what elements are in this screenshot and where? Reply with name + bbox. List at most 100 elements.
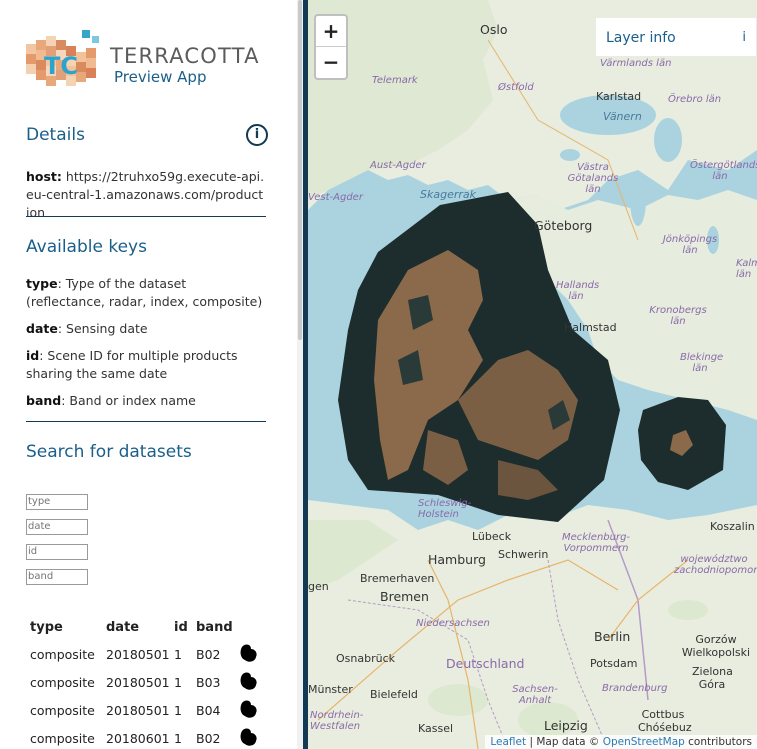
map-label-ostergotlands: Östergötlands län bbox=[690, 160, 757, 182]
map-label-orebro: Örebro län bbox=[668, 94, 722, 105]
zoom-out-button[interactable]: − bbox=[316, 47, 346, 77]
key-name: date bbox=[26, 321, 58, 336]
map-label-gorzow: Gorzów Wielkopolski bbox=[681, 633, 751, 659]
map-label-leipzig: Leipzig bbox=[544, 718, 588, 733]
map-label-berlin: Berlin bbox=[594, 629, 631, 644]
map-label-deutschland: Deutschland bbox=[446, 656, 525, 671]
map-label-varmlands: Värmlands län bbox=[600, 58, 672, 69]
table-row[interactable]: composite 20180501 1 B03 bbox=[30, 672, 270, 701]
cell-date: 20180501 bbox=[106, 703, 170, 718]
sidebar: TC TERRACOTTA Preview App Details i host… bbox=[0, 0, 300, 749]
cell-date: 20180501 bbox=[106, 647, 170, 662]
key-desc: : Sensing date bbox=[57, 321, 148, 336]
cell-band: B04 bbox=[196, 703, 221, 718]
cell-id: 1 bbox=[174, 703, 182, 718]
cell-type: composite bbox=[30, 675, 95, 690]
zoom-in-button[interactable]: + bbox=[316, 16, 346, 47]
map-label-vanern: Vänern bbox=[603, 110, 642, 123]
cell-id: 1 bbox=[174, 647, 182, 662]
brand-subtitle: Preview App bbox=[114, 68, 207, 86]
map-label-goteborg: Göteborg bbox=[534, 218, 593, 233]
dataset-thumbnail bbox=[240, 728, 257, 746]
column-header-date: date bbox=[106, 620, 140, 635]
cell-band: B02 bbox=[196, 647, 221, 662]
search-id-input[interactable] bbox=[26, 544, 88, 560]
map-label-oslo: Oslo bbox=[480, 22, 508, 37]
map-label-kronobergs: Kronobergs län bbox=[649, 305, 707, 327]
map-label-halmstad: Halmstad bbox=[564, 321, 617, 334]
map-label-kalmar: Kalm län bbox=[736, 258, 757, 280]
key-name: id bbox=[26, 348, 40, 363]
search-date-input[interactable] bbox=[26, 519, 88, 535]
search-title: Search for datasets bbox=[26, 442, 192, 462]
cell-band: B03 bbox=[196, 675, 221, 690]
attribution-tail: contributors bbox=[684, 736, 752, 748]
map[interactable]: Oslo Telemark Østfold Karlstad Värmlands… bbox=[308, 0, 757, 749]
column-header-id: id bbox=[174, 620, 188, 635]
cell-type: composite bbox=[30, 647, 95, 662]
map-label-austagder: Aust-Agder bbox=[370, 160, 426, 171]
column-header-type: type bbox=[30, 620, 63, 635]
dataset-thumbnail bbox=[240, 700, 257, 718]
map-label-mecklenburg: Mecklenburg-Vorpommern bbox=[561, 532, 631, 554]
table-row[interactable]: composite 20180601 1 B02 bbox=[30, 728, 270, 749]
map-attribution: Leaflet | Map data © OpenStreetMap contr… bbox=[485, 735, 757, 749]
map-label-zielona: Zielona Góra bbox=[692, 665, 733, 691]
map-label-karlstad: Karlstad bbox=[596, 90, 642, 103]
terracotta-logo: TC bbox=[26, 30, 99, 86]
key-item-date: date: Sensing date bbox=[26, 320, 266, 338]
cell-id: 1 bbox=[174, 731, 182, 746]
layer-info-panel[interactable]: Layer info i bbox=[596, 18, 756, 56]
sidebar-scrollbar-thumb[interactable] bbox=[298, 0, 302, 340]
layer-info-label: Layer info bbox=[606, 30, 676, 46]
key-name: type bbox=[26, 276, 58, 291]
key-name: band bbox=[26, 393, 62, 408]
map-label-koszalin: Koszalin bbox=[710, 520, 755, 533]
cell-date: 20180601 bbox=[106, 731, 170, 746]
divider bbox=[26, 421, 266, 422]
map-label-bremerhaven: Bremerhaven bbox=[360, 572, 435, 585]
host-info: host: https://2truhxo59g.execute-api.eu-… bbox=[26, 168, 266, 222]
attribution-sep: | Map data © bbox=[526, 736, 603, 748]
map-label-skagerrak: Skagerrak bbox=[420, 188, 476, 201]
cell-id: 1 bbox=[174, 675, 182, 690]
map-label-vastra: Västra Götalands län bbox=[567, 162, 619, 195]
column-header-band: band bbox=[196, 620, 233, 635]
key-desc: : Band or index name bbox=[61, 393, 196, 408]
cell-band: B02 bbox=[196, 731, 221, 746]
map-label-bremen: Bremen bbox=[380, 589, 429, 604]
map-label-sachsenanhalt: Sachsen-Anhalt bbox=[512, 684, 558, 706]
dataset-thumbnail bbox=[240, 672, 257, 690]
map-label-blekinge: Blekinge län bbox=[680, 352, 724, 374]
map-label-vestagder: Vest-Agder bbox=[308, 192, 363, 203]
map-label-munster: Münster bbox=[308, 683, 353, 696]
table-row[interactable]: composite 20180501 1 B02 bbox=[30, 644, 270, 673]
map-label-lubeck: Lübeck bbox=[472, 530, 512, 543]
cell-type: composite bbox=[30, 731, 95, 746]
search-band-input[interactable] bbox=[26, 569, 88, 585]
key-item-band: band: Band or index name bbox=[26, 392, 266, 410]
map-label-gen: gen bbox=[308, 580, 329, 593]
map-label-cottbus: Cottbus Chóśebuz bbox=[638, 708, 692, 734]
available-keys-title: Available keys bbox=[26, 237, 147, 257]
cell-type: composite bbox=[30, 703, 95, 718]
map-label-zachodnio: województwo zachodniopomorskie bbox=[674, 554, 757, 576]
layer-info-icon[interactable]: i bbox=[742, 30, 746, 45]
key-desc: : Type of the dataset (reflectance, rada… bbox=[26, 276, 263, 309]
map-label-osnabruck: Osnabrück bbox=[336, 652, 395, 665]
table-row[interactable]: composite 20180501 1 B04 bbox=[30, 700, 270, 729]
info-icon[interactable]: i bbox=[246, 124, 268, 146]
leaflet-link[interactable]: Leaflet bbox=[490, 736, 526, 748]
search-type-input[interactable] bbox=[26, 494, 88, 510]
map-label-kassel: Kassel bbox=[418, 722, 454, 735]
osm-link[interactable]: OpenStreetMap bbox=[603, 736, 685, 748]
details-title: Details bbox=[26, 125, 85, 145]
map-label-hallands: Hallands län bbox=[556, 280, 600, 302]
svg-text:TC: TC bbox=[44, 52, 78, 80]
host-value: https://2truhxo59g.execute-api.eu-centra… bbox=[26, 169, 265, 220]
cell-date: 20180501 bbox=[106, 675, 170, 690]
map-label-telemark: Telemark bbox=[372, 75, 418, 86]
key-item-type: type: Type of the dataset (reflectance, … bbox=[26, 275, 266, 311]
map-label-jonkopings: Jönköpings län bbox=[662, 234, 718, 256]
map-label-ostfold: Østfold bbox=[498, 82, 534, 93]
